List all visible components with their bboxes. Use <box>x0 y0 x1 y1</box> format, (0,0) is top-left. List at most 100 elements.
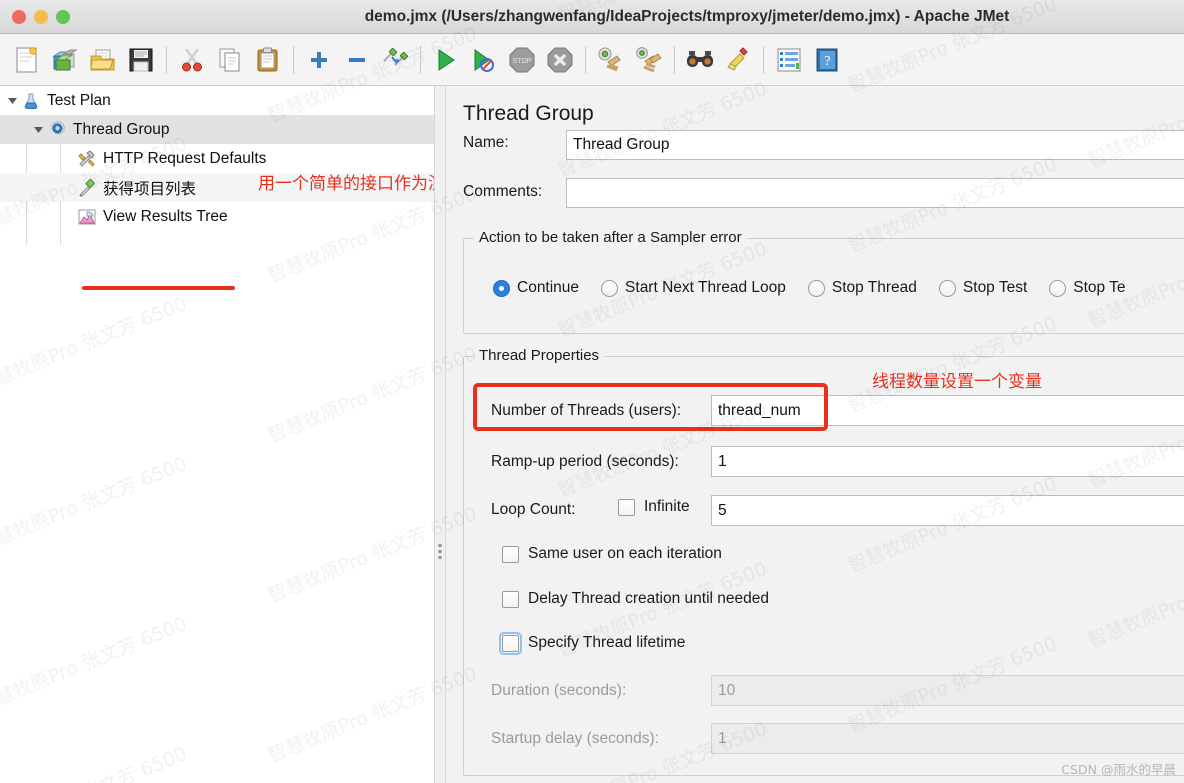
start-icon[interactable] <box>427 40 465 80</box>
tree-node-label: View Results Tree <box>103 207 228 225</box>
page-title: Thread Group <box>463 102 594 125</box>
title-bar: demo.jmx (/Users/zhangwenfang/IdeaProjec… <box>0 0 1184 34</box>
checkbox-indicator[interactable] <box>502 590 519 608</box>
radio-indicator[interactable] <box>807 279 825 297</box>
toolbar-divider <box>420 45 421 74</box>
infinite-label: Infinite <box>644 498 690 515</box>
name-row: Name: <box>463 134 566 152</box>
toolbar: STOP ? <box>0 34 1184 86</box>
radio-label: Continue <box>517 279 580 296</box>
copy-icon[interactable] <box>211 40 249 80</box>
tree-node-label: HTTP Request Defaults <box>103 149 267 167</box>
save-icon[interactable] <box>122 40 160 80</box>
comments-label: Comments: <box>463 183 543 200</box>
clear-all-icon[interactable] <box>630 40 668 80</box>
jmeter-window: demo.jmx (/Users/zhangwenfang/IdeaProjec… <box>0 0 1184 783</box>
cut-icon[interactable] <box>173 40 211 80</box>
same-user-checkbox[interactable]: Same user on each iteration <box>502 545 722 563</box>
tree-node-test-plan[interactable]: Test Plan <box>0 86 434 115</box>
collapse-all-icon[interactable] <box>338 40 376 80</box>
new-icon[interactable] <box>8 40 46 80</box>
tree-node-label: 获得项目列表 <box>103 180 197 198</box>
checkbox-indicator[interactable] <box>499 631 522 655</box>
svg-text:STOP: STOP <box>513 58 532 65</box>
annotation-note-sampler: 用一个简单的接口作为演示 <box>258 174 462 194</box>
sampler-error-radios: Continue Start Next Thread Loop Stop Thr… <box>493 279 1126 297</box>
tree-node-spacer <box>60 209 76 225</box>
chevron-down-icon[interactable] <box>30 122 46 138</box>
open-icon[interactable] <box>84 40 122 80</box>
clear-icon[interactable] <box>592 40 630 80</box>
start-no-pause-icon[interactable] <box>465 40 503 80</box>
tree-node-thread-group[interactable]: Thread Group <box>0 115 434 144</box>
num-threads-label: Number of Threads (users): <box>491 402 682 419</box>
radio-label: Stop Te <box>1073 279 1126 296</box>
paste-icon[interactable] <box>249 40 287 80</box>
comments-input[interactable] <box>566 178 1184 208</box>
checkbox-indicator[interactable] <box>618 498 635 516</box>
radio-stop-thread[interactable]: Stop Thread <box>807 279 917 297</box>
tree-node-spacer <box>60 180 76 196</box>
templates-icon[interactable] <box>46 40 84 80</box>
chevron-down-icon[interactable] <box>4 93 20 109</box>
radio-continue[interactable]: Continue <box>493 279 579 297</box>
function-helper-icon[interactable] <box>770 40 808 80</box>
svg-text:?: ? <box>824 54 830 69</box>
view-results-tree-icon <box>76 206 98 228</box>
loop-count-label: Loop Count: <box>491 501 576 518</box>
radio-indicator[interactable] <box>1049 279 1067 297</box>
comments-row: Comments: <box>463 183 566 201</box>
stop-icon[interactable]: STOP <box>503 40 541 80</box>
annotation-underline-sampler <box>82 286 235 290</box>
expand-all-icon[interactable] <box>300 40 338 80</box>
annotation-note-threads: 线程数量设置一个变量 <box>872 372 1042 392</box>
tree-node-label: Test Plan <box>47 91 111 109</box>
radio-indicator[interactable] <box>601 279 619 297</box>
name-label: Name: <box>463 134 509 151</box>
specify-lifetime-checkbox[interactable]: Specify Thread lifetime <box>499 631 686 655</box>
pane-splitter[interactable] <box>434 86 446 783</box>
radio-stop-test[interactable]: Stop Test <box>938 279 1028 297</box>
toolbar-divider <box>674 45 675 74</box>
radio-indicator[interactable] <box>493 279 510 297</box>
startup-delay-input[interactable]: 1 <box>711 723 1184 754</box>
http-defaults-icon <box>76 148 98 170</box>
help-icon[interactable]: ? <box>808 40 846 80</box>
search-icon[interactable] <box>681 40 719 80</box>
checkbox-indicator[interactable] <box>502 545 519 563</box>
duration-input[interactable]: 10 <box>711 675 1184 706</box>
radio-start-next-thread-loop[interactable]: Start Next Thread Loop <box>601 279 786 297</box>
name-input[interactable]: Thread Group <box>566 130 1184 160</box>
csdn-watermark: CSDN @雨水的早晨 <box>1061 762 1176 777</box>
radio-label: Stop Test <box>962 279 1028 296</box>
toggle-icon[interactable] <box>376 40 414 80</box>
tree-node-spacer <box>60 151 76 167</box>
toolbar-divider <box>763 45 764 74</box>
rampup-input[interactable]: 1 <box>711 446 1184 477</box>
toolbar-divider <box>585 45 586 74</box>
sampler-error-legend: Action to be taken after a Sampler error <box>474 229 747 246</box>
radio-indicator[interactable] <box>938 279 956 297</box>
toolbar-divider <box>166 45 167 74</box>
tree-node-view-results-tree[interactable]: View Results Tree <box>0 202 434 231</box>
duration-label: Duration (seconds): <box>491 682 627 699</box>
infinite-checkbox[interactable]: Infinite <box>618 498 690 516</box>
toolbar-divider <box>293 45 294 74</box>
rampup-label: Ramp-up period (seconds): <box>491 453 679 470</box>
shutdown-icon[interactable] <box>541 40 579 80</box>
radio-label: Start Next Thread Loop <box>625 279 786 296</box>
reset-search-icon[interactable] <box>719 40 757 80</box>
tree-node-label: Thread Group <box>73 120 170 138</box>
num-threads-input[interactable]: thread_num <box>711 395 1184 426</box>
http-sampler-icon <box>76 177 98 199</box>
specify-lifetime-label: Specify Thread lifetime <box>528 634 686 651</box>
window-title: demo.jmx (/Users/zhangwenfang/IdeaProjec… <box>364 7 1010 25</box>
delay-thread-label: Delay Thread creation until needed <box>528 590 769 607</box>
splitter-grip-icon[interactable] <box>438 544 442 559</box>
test-plan-icon <box>20 90 42 112</box>
loop-count-input[interactable]: 5 <box>711 495 1184 526</box>
radio-stop-test-now[interactable]: Stop Te <box>1049 279 1126 297</box>
startup-delay-label: Startup delay (seconds): <box>491 730 660 747</box>
delay-thread-checkbox[interactable]: Delay Thread creation until needed <box>502 590 769 608</box>
thread-group-panel: Thread Group Name: Thread Group Comments… <box>446 86 1184 783</box>
